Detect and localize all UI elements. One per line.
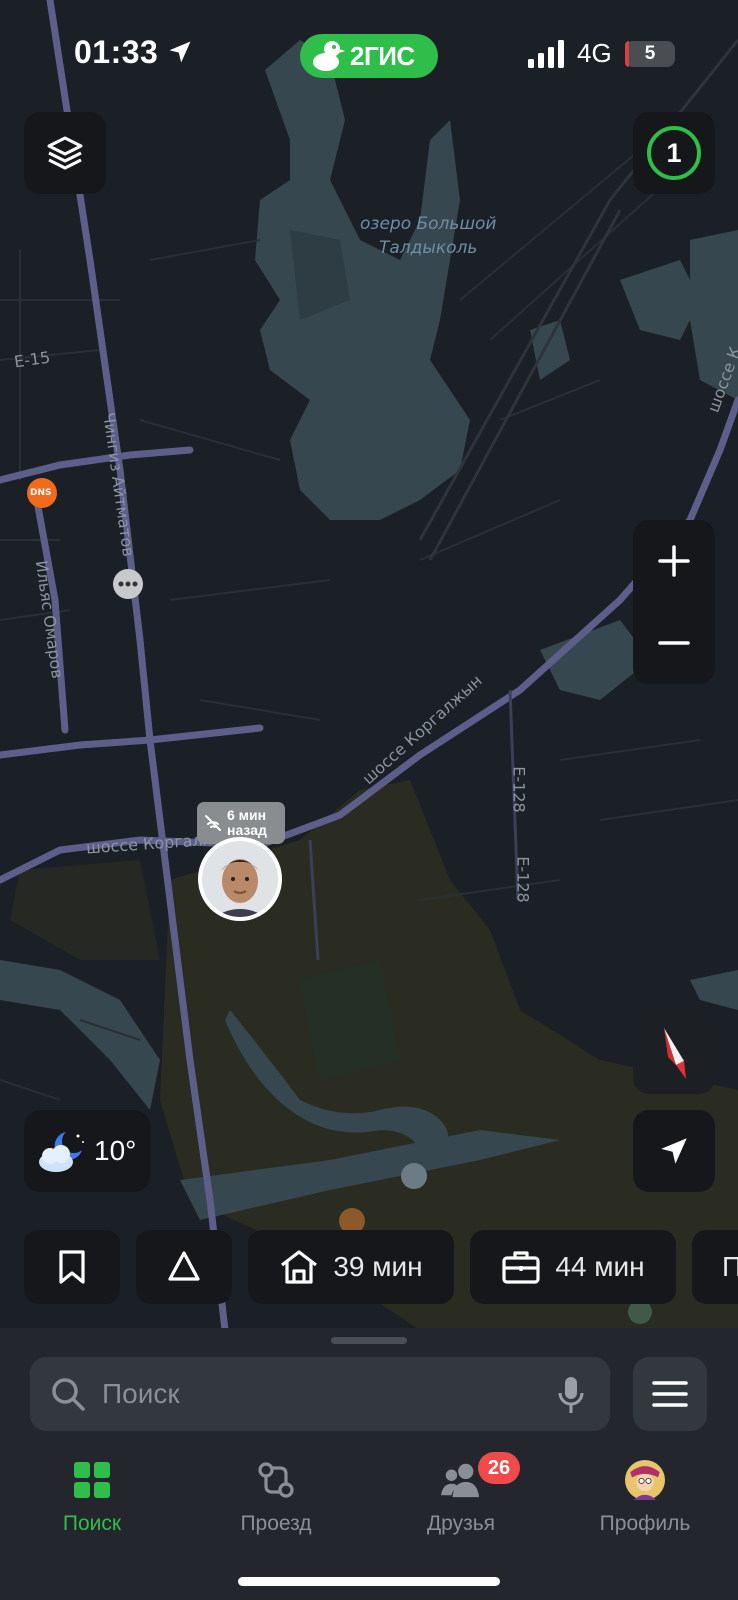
sheet-grabber[interactable] xyxy=(331,1337,407,1344)
home-icon xyxy=(281,1250,318,1284)
tab-route-label: Проезд xyxy=(240,1512,312,1535)
compass-button[interactable] xyxy=(633,1012,715,1094)
friends-online-count: 1 xyxy=(647,126,701,180)
road-label-e128-a: E-128 xyxy=(509,766,529,813)
cloudy-night-icon xyxy=(39,1132,84,1172)
user-avatar-photo xyxy=(202,841,278,917)
network-type: 4G xyxy=(577,38,612,68)
work-shortcut[interactable]: 44 мин xyxy=(470,1230,676,1304)
user-last-seen-text: 6 мин назад xyxy=(227,807,267,838)
duck-logo-icon xyxy=(313,41,345,71)
tab-friends-label: Друзья xyxy=(426,1512,496,1535)
app-brand-badge[interactable]: 2ГИС xyxy=(300,34,438,78)
no-signal-icon xyxy=(205,815,221,831)
status-time: 01:33 xyxy=(74,34,159,70)
friends-icon xyxy=(441,1463,480,1498)
signal-strength-icon xyxy=(528,40,564,68)
profile-avatar xyxy=(625,1460,665,1500)
work-travel-time: 44 мин xyxy=(555,1251,645,1282)
briefcase-icon xyxy=(502,1251,540,1284)
battery-indicator: 5 xyxy=(625,41,675,67)
plus-icon xyxy=(658,545,690,577)
road-label-e128-b: E-128 xyxy=(513,856,533,903)
zoom-in-button[interactable] xyxy=(633,520,715,602)
my-location-button[interactable] xyxy=(633,1110,715,1192)
lake-label: озеро Большой Талдыколь xyxy=(360,214,497,258)
friends-online-button[interactable]: 1 xyxy=(633,112,715,194)
layers-icon xyxy=(47,136,83,170)
zoom-out-button[interactable] xyxy=(633,602,715,684)
minus-icon xyxy=(658,641,690,645)
weather-widget[interactable]: 10° xyxy=(24,1110,150,1192)
triangle-route-icon xyxy=(168,1251,200,1281)
tab-search[interactable]: Поиск xyxy=(17,1458,167,1548)
navigation-arrow-icon xyxy=(661,1138,687,1164)
dns-marker-label[interactable]: DNS xyxy=(30,488,52,498)
bookmarks-button[interactable] xyxy=(24,1230,120,1304)
battery-percent: 5 xyxy=(644,43,656,64)
search-input[interactable] xyxy=(102,1378,522,1410)
app-brand-label: 2ГИС xyxy=(350,40,415,71)
menu-button[interactable] xyxy=(633,1357,707,1431)
friends-notification-badge: 26 xyxy=(478,1452,520,1484)
tab-route[interactable]: Проезд xyxy=(201,1458,351,1548)
routes-button[interactable] xyxy=(136,1230,232,1304)
zoom-controls xyxy=(633,520,715,684)
route-icon xyxy=(258,1462,294,1498)
tab-search-label: Поиск xyxy=(62,1512,122,1535)
home-travel-time: 39 мин xyxy=(333,1251,423,1282)
hamburger-menu-icon xyxy=(652,1381,688,1407)
tab-profile-label: Профиль xyxy=(599,1512,691,1535)
search-bar[interactable] xyxy=(30,1357,610,1431)
home-indicator[interactable] xyxy=(238,1577,500,1586)
home-shortcut[interactable]: 39 мин xyxy=(248,1230,454,1304)
map-layers-button[interactable] xyxy=(24,112,106,194)
bookmark-icon xyxy=(59,1250,85,1284)
microphone-icon[interactable] xyxy=(556,1375,586,1415)
battery-level-fill xyxy=(625,41,629,67)
user-avatar-marker[interactable] xyxy=(198,837,282,921)
grid-icon xyxy=(74,1462,110,1498)
location-arrow-icon xyxy=(169,41,191,63)
compass-icon xyxy=(664,1028,686,1079)
weather-temperature: 10° xyxy=(94,1135,137,1166)
more-shortcut-label: П xyxy=(722,1251,738,1282)
search-icon xyxy=(52,1378,85,1411)
more-shortcut[interactable]: П xyxy=(692,1230,738,1304)
tab-profile[interactable]: Профиль xyxy=(570,1458,720,1548)
